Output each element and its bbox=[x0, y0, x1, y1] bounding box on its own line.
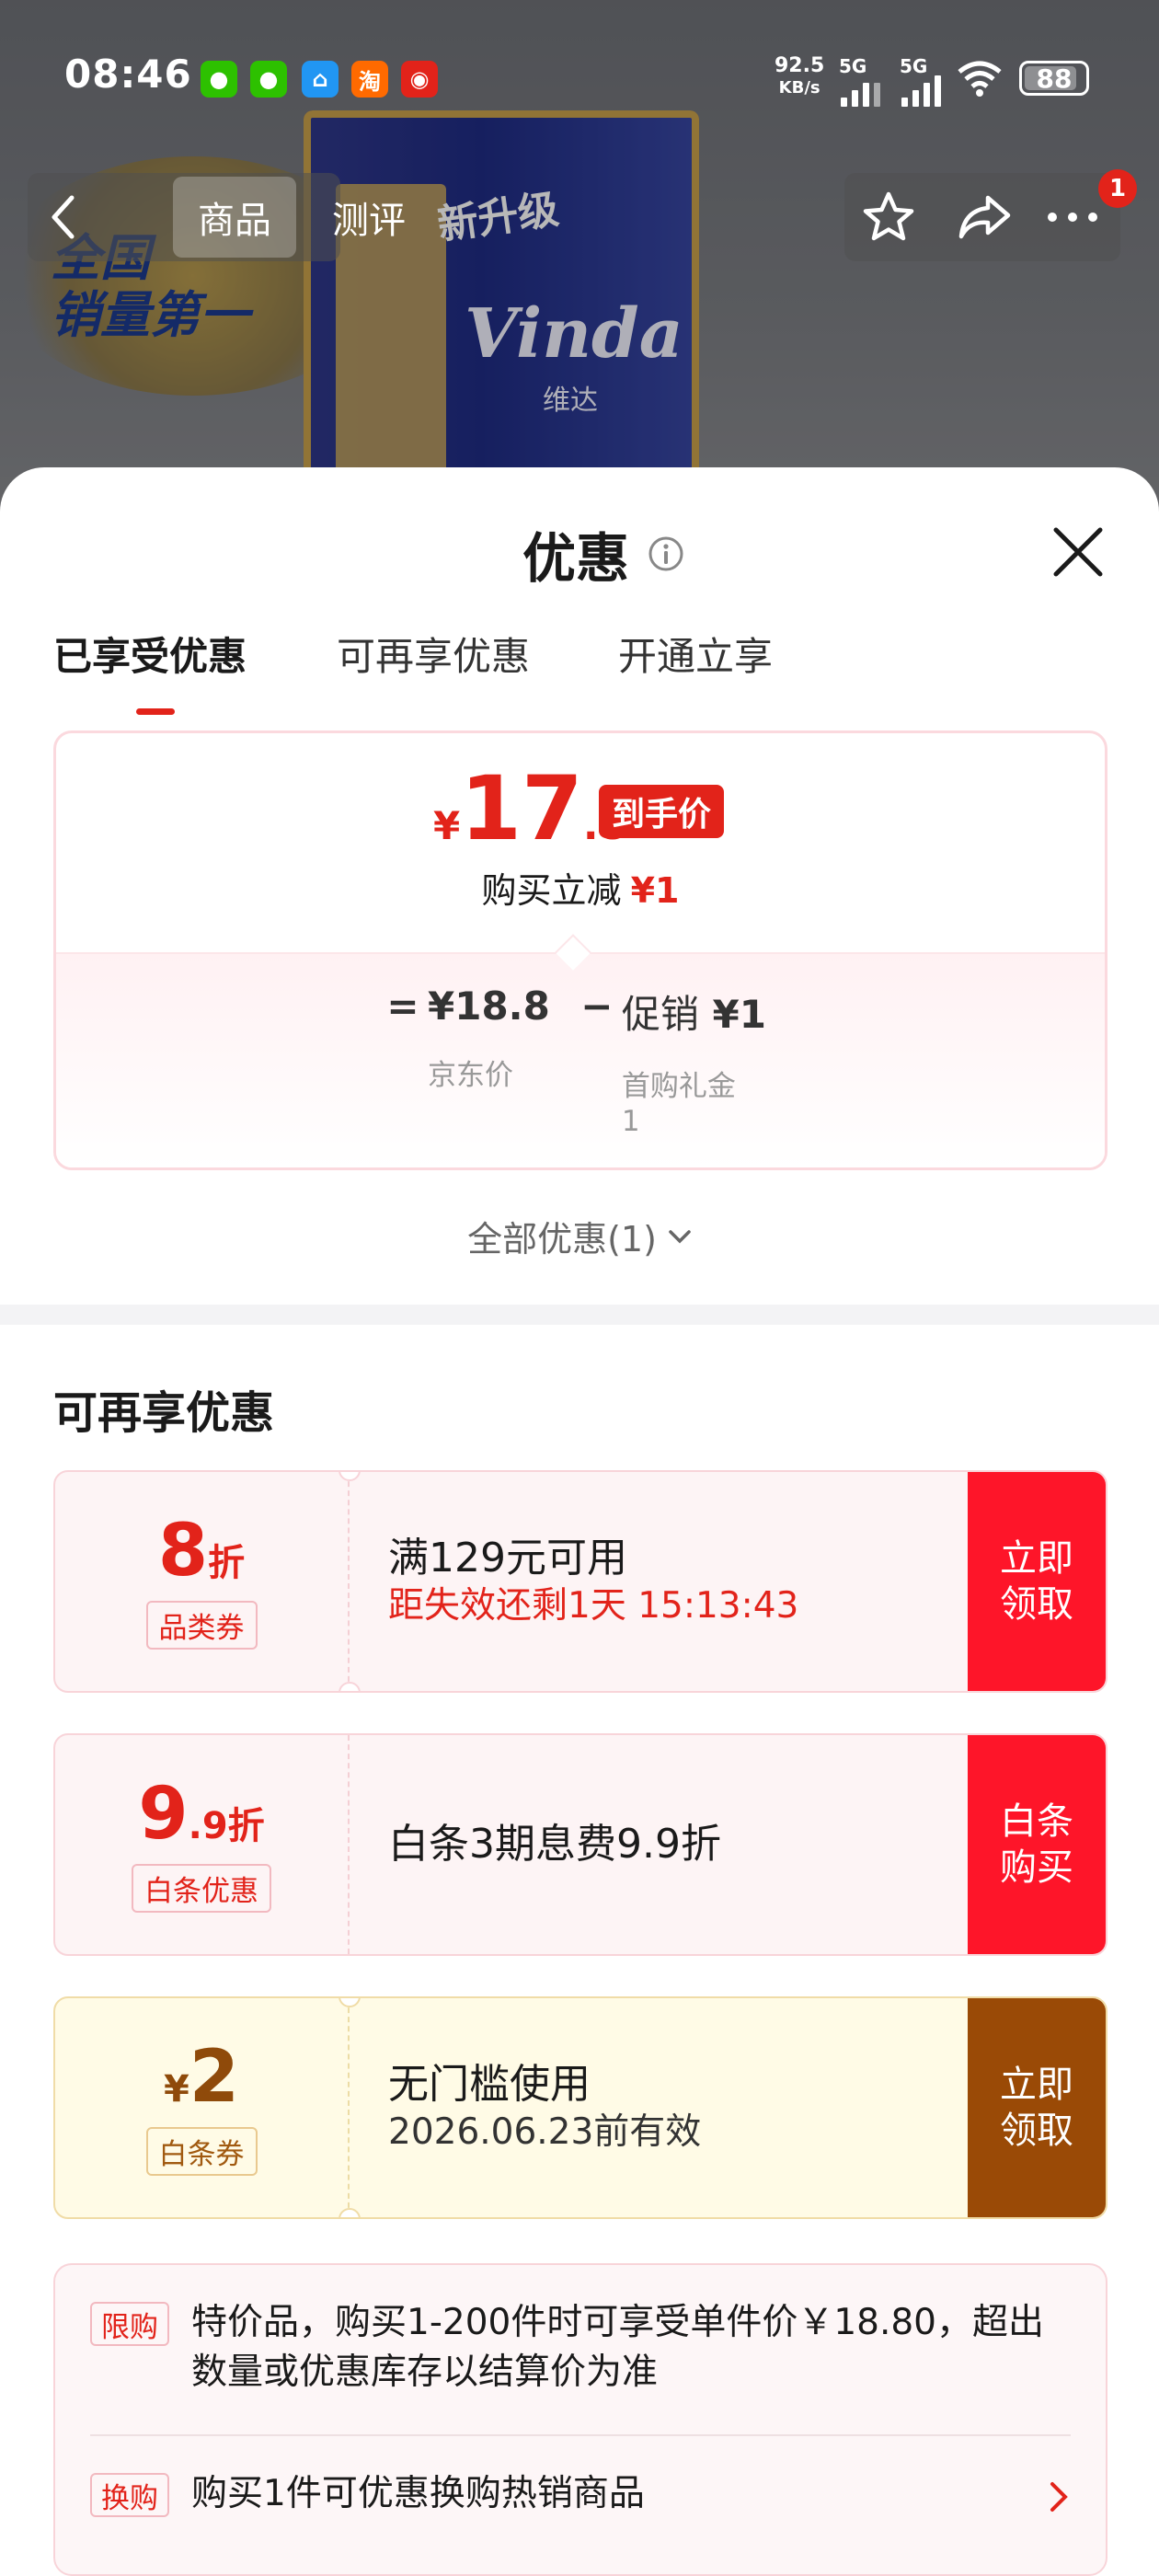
section-title-more-offers: 可再享优惠 bbox=[53, 1387, 275, 1439]
status-time: 08:46 bbox=[64, 52, 192, 97]
wechat-icon: ● bbox=[201, 61, 237, 98]
rule-text-exchange: 购买1件可优惠换购热销商品 bbox=[191, 2473, 645, 2514]
coupon-value-block: 8折 品类券 bbox=[55, 1472, 350, 1691]
final-price: ¥ 17 .8 bbox=[433, 757, 626, 860]
wifi-icon bbox=[958, 61, 1002, 97]
rule-tag-exchange: 换购 bbox=[90, 2473, 169, 2517]
coupon-condition: 白条3期息费9.9折 bbox=[388, 1821, 721, 1868]
coupon-condition: 满129元可用 bbox=[388, 1535, 627, 1581]
coupon-card: 8折 品类券 满129元可用 距失效还剩1天 15:13:43 立即领取 bbox=[53, 1470, 1107, 1693]
coupon-type-tag: 白条券 bbox=[145, 2126, 258, 2176]
close-icon[interactable] bbox=[1045, 519, 1111, 585]
share-icon[interactable] bbox=[947, 180, 1021, 254]
baitiao-buy-button[interactable]: 白条购买 bbox=[968, 1735, 1106, 1954]
rule-limit-row: 限购 特价品，购买1-200件时可享受单件价￥18.80，超出数量或优惠库存以结… bbox=[90, 2298, 1071, 2398]
chevron-down-icon bbox=[669, 1229, 691, 1243]
coupon-value: 8折 bbox=[157, 1509, 246, 1593]
coupon-card: 9.9折 白条优惠 白条3期息费9.9折 白条购买 bbox=[53, 1733, 1107, 1956]
coupon-value: ¥2 bbox=[163, 2035, 240, 2119]
wechat-icon: ● bbox=[250, 61, 287, 98]
coupon-details: 白条3期息费9.9折 bbox=[388, 1735, 721, 1954]
coupon-value-block: ¥2 白条券 bbox=[55, 1998, 350, 2217]
chevron-right-icon[interactable] bbox=[1045, 2478, 1073, 2515]
price-breakdown-card: ¥ 17 .8 到手价 购买立减¥1 = ¥18.8 京东价 − 促销 ¥1 首… bbox=[53, 730, 1107, 1170]
coupon-notch bbox=[339, 2208, 361, 2217]
coupon-expiry: 2026.06.23前有效 bbox=[388, 2111, 702, 2153]
coupon-notch bbox=[339, 1682, 361, 1691]
minus-sign: − bbox=[580, 983, 614, 1029]
tab-activate-offers[interactable]: 开通立享 bbox=[618, 626, 773, 682]
rule-exchange-row[interactable]: 换购 购买1件可优惠换购热销商品 bbox=[90, 2469, 1023, 2519]
coupon-details: 满129元可用 距失效还剩1天 15:13:43 bbox=[388, 1472, 798, 1691]
tab-more-offers[interactable]: 可再享优惠 bbox=[337, 626, 618, 682]
coupon-value: 9.9折 bbox=[138, 1772, 265, 1856]
coupon-details: 无门槛使用 2026.06.23前有效 bbox=[388, 1998, 701, 2217]
active-tab-indicator bbox=[136, 708, 175, 715]
purchase-reduction: 购买立减 ¥1 bbox=[481, 870, 680, 911]
tab-enjoyed-offers[interactable]: 已享受优惠 bbox=[53, 626, 337, 715]
price-formula: = ¥18.8 京东价 − 促销 ¥1 首购礼金 1 bbox=[378, 983, 788, 1141]
all-offers-toggle[interactable]: 全部优惠(1) bbox=[0, 1211, 1159, 1261]
coupon-value-block: 9.9折 白条优惠 bbox=[55, 1735, 350, 1954]
tab-product[interactable]: 商品 bbox=[173, 177, 296, 258]
signal-1-icon bbox=[841, 74, 880, 107]
battery-icon: 88 bbox=[1019, 61, 1089, 96]
rule-tag-limit: 限购 bbox=[90, 2302, 169, 2346]
offer-tabs: 已享受优惠 可再享优惠 开通立享 bbox=[53, 626, 773, 715]
status-bar: 08:46 ● ● ⌂ 淘 ◉ 92.5 KB/s 5G 5G 88 bbox=[0, 0, 1159, 156]
coupon-countdown: 距失效还剩1天 15:13:43 bbox=[388, 1585, 799, 1627]
sheet-title: 优惠 bbox=[522, 527, 630, 590]
jd-app-icon: ◉ bbox=[401, 61, 438, 98]
info-icon[interactable] bbox=[648, 535, 684, 572]
coupon-card: ¥2 白条券 无门槛使用 2026.06.23前有效 立即领取 bbox=[53, 1996, 1107, 2219]
jd-price-label: 京东价 bbox=[428, 1059, 513, 1092]
favorite-star-icon[interactable] bbox=[852, 180, 925, 254]
jd-price: ¥18.8 bbox=[428, 983, 550, 1029]
coupon-type-tag: 白条优惠 bbox=[132, 1863, 271, 1913]
rule-divider bbox=[90, 2434, 1071, 2436]
net-speed: 92.5 KB/s bbox=[775, 54, 825, 98]
taobao-icon: 淘 bbox=[351, 61, 388, 98]
promo-amount-row: 促销 ¥1 bbox=[621, 992, 766, 1037]
coupon-type-tag: 品类券 bbox=[145, 1600, 258, 1650]
claim-coupon-button[interactable]: 立即领取 bbox=[968, 1472, 1106, 1691]
message-badge: 1 bbox=[1098, 169, 1137, 208]
final-price-tag: 到手价 bbox=[599, 785, 725, 838]
rule-text-limit: 特价品，购买1-200件时可享受单件价￥18.80，超出数量或优惠库存以结算价为… bbox=[191, 2302, 1044, 2393]
back-icon[interactable] bbox=[37, 190, 88, 245]
offers-sheet: 优惠 已享受优惠 可再享优惠 开通立享 ¥ 17 .8 到手价 购买立减¥1 = bbox=[0, 467, 1159, 2576]
signal-2-icon bbox=[901, 74, 941, 107]
promo-sub-label: 首购礼金 1 bbox=[621, 1070, 736, 1138]
promo-block: 促销 ¥1 首购礼金 1 bbox=[622, 983, 766, 1141]
jd-price-block: ¥18.8 京东价 bbox=[428, 983, 550, 1095]
coupon-condition: 无门槛使用 bbox=[388, 2061, 591, 2108]
home-app-icon: ⌂ bbox=[302, 61, 339, 98]
sheet-header: 优惠 bbox=[522, 515, 684, 592]
section-divider bbox=[0, 1305, 1159, 1325]
claim-coupon-button[interactable]: 立即领取 bbox=[968, 1998, 1106, 2217]
equals-sign: = bbox=[386, 983, 419, 1029]
purchase-rules-card: 限购 特价品，购买1-200件时可享受单件价￥18.80，超出数量或优惠库存以结… bbox=[53, 2263, 1107, 2576]
tab-reviews[interactable]: 测评 bbox=[309, 177, 429, 258]
